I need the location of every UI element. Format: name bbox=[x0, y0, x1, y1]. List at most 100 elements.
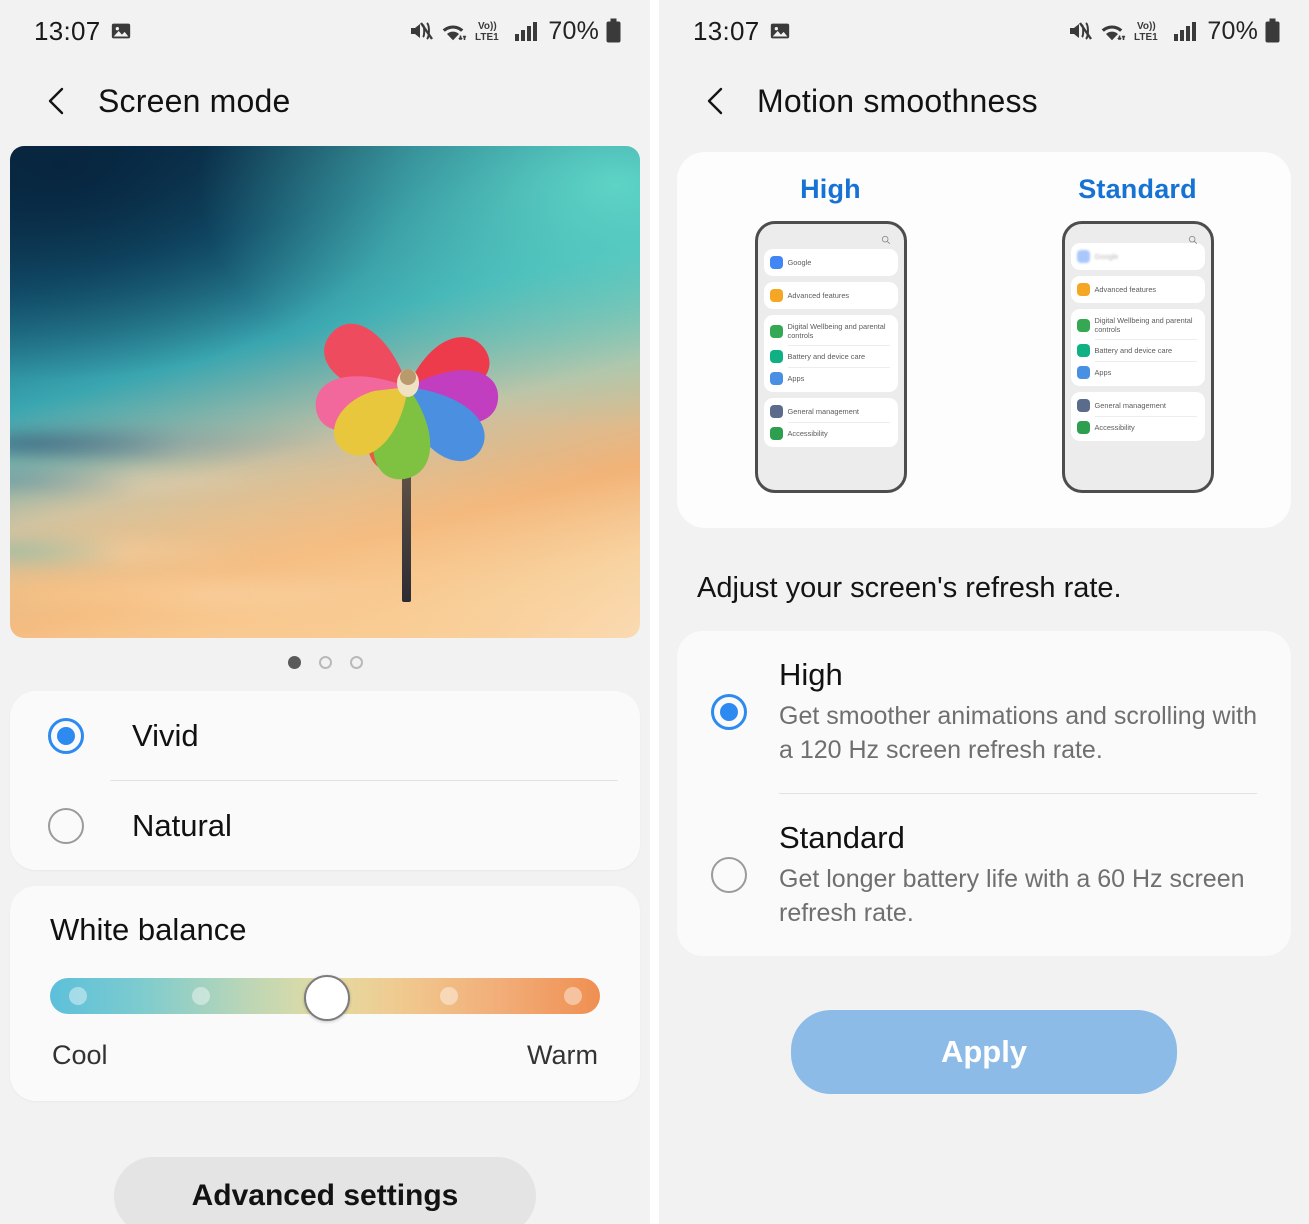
slider-thumb[interactable] bbox=[304, 975, 350, 1021]
motion-smoothness-page: 13:07 Vo)) LTE1 70% Motion smoothness Hi… bbox=[659, 0, 1309, 1224]
white-balance-slider[interactable] bbox=[50, 975, 600, 1021]
accessibility-icon bbox=[769, 426, 783, 440]
mock-group: Digital Wellbeing and parental controls … bbox=[763, 315, 898, 392]
radio-standard[interactable] bbox=[711, 857, 747, 893]
digital-wellbeing-icon bbox=[769, 324, 783, 338]
image-icon bbox=[110, 20, 132, 42]
screen-mode-option-vivid[interactable]: Vivid bbox=[10, 691, 640, 780]
status-left-group: 13:07 bbox=[34, 16, 132, 47]
image-icon bbox=[769, 20, 791, 42]
signal-bars-icon bbox=[1173, 19, 1201, 43]
mock-item: Accessibility bbox=[1071, 417, 1205, 438]
general-management-icon bbox=[1076, 398, 1090, 412]
image-pager-dots[interactable] bbox=[0, 656, 650, 669]
phone-mockup-high: Google Advanced features Digital Wellbei… bbox=[754, 221, 907, 493]
digital-wellbeing-icon bbox=[1076, 318, 1090, 332]
battery-icon bbox=[1264, 18, 1281, 44]
mock-item-label: General management bbox=[1094, 400, 1167, 410]
apply-button-wrap: Apply bbox=[659, 1010, 1309, 1094]
svg-text:LTE1: LTE1 bbox=[1134, 32, 1158, 43]
wifi-icon bbox=[1099, 19, 1127, 43]
white-balance-legend: Cool Warm bbox=[10, 1014, 640, 1071]
mute-vibrate-icon bbox=[1067, 19, 1093, 43]
mock-item: Apps bbox=[764, 368, 898, 389]
mock-group: Google bbox=[763, 249, 898, 276]
status-left-group: 13:07 bbox=[693, 16, 791, 47]
mock-item-label: Battery and device care bbox=[787, 351, 866, 361]
mock-item: Apps bbox=[1071, 362, 1205, 383]
refresh-rate-options-card: High Get smoother animations and scrolli… bbox=[677, 631, 1291, 956]
mock-group: Advanced features bbox=[763, 282, 898, 309]
mock-item-label: Apps bbox=[787, 373, 805, 383]
pager-dot-1[interactable] bbox=[287, 656, 301, 669]
mock-item-label: Accessibility bbox=[787, 428, 828, 438]
mock-item: General management bbox=[1071, 395, 1205, 416]
mock-item-label: Battery and device care bbox=[1094, 345, 1173, 355]
radio-vivid[interactable] bbox=[48, 717, 84, 754]
white-balance-card: White balance Cool Warm bbox=[10, 886, 640, 1101]
option-description: Get longer battery life with a 60 Hz scr… bbox=[779, 865, 1245, 927]
slider-cool-label: Cool bbox=[52, 1040, 108, 1070]
mock-group: General management Accessibility bbox=[1070, 391, 1205, 441]
screen-mode-option-label: Vivid bbox=[132, 717, 199, 753]
status-right-group: Vo)) LTE1 70% bbox=[1067, 17, 1281, 46]
mock-item-label: Digital Wellbeing and parental controls bbox=[1094, 316, 1193, 335]
status-clock: 13:07 bbox=[693, 15, 760, 46]
pager-dot-2[interactable] bbox=[318, 656, 332, 669]
dual-screenshot-container: 13:07 Vo)) LTE1 70% Screen mode Vivid Na… bbox=[0, 0, 1309, 1224]
title-bar-left: Screen mode bbox=[0, 62, 650, 140]
apply-button[interactable]: Apply bbox=[791, 1010, 1177, 1094]
option-text-group: Standard Get longer battery life with a … bbox=[779, 820, 1261, 930]
mock-group: General management Accessibility bbox=[763, 397, 898, 447]
general-management-icon bbox=[769, 404, 783, 418]
screen-mode-preview-image[interactable] bbox=[10, 146, 640, 638]
mock-item: Accessibility bbox=[764, 423, 898, 444]
preview-mock-standard: Standard Google Advanced features Digita… bbox=[1038, 174, 1238, 493]
slider-tick bbox=[68, 987, 87, 1005]
battery-percent: 70% bbox=[548, 16, 599, 45]
refresh-rate-option-standard[interactable]: Standard Get longer battery life with a … bbox=[677, 794, 1291, 956]
advanced-settings-button[interactable]: Advanced settings bbox=[113, 1157, 537, 1224]
cloud-band bbox=[10, 539, 262, 564]
pinwheel-graphic bbox=[278, 272, 538, 602]
mock-item: Battery and device care bbox=[764, 346, 898, 367]
mock-item-label: Google bbox=[787, 257, 812, 267]
radio-high[interactable] bbox=[711, 694, 747, 730]
mock-item-label: Google bbox=[1094, 251, 1119, 261]
mock-item-label: General management bbox=[787, 406, 860, 416]
advanced-settings-wrap: Advanced settings bbox=[0, 1157, 650, 1224]
back-button-right[interactable] bbox=[699, 84, 733, 118]
back-button-left[interactable] bbox=[40, 84, 74, 118]
volte-lte1-icon: Vo)) LTE1 bbox=[1133, 18, 1167, 44]
preview-mock-high: High Google Advanced features Digital We… bbox=[731, 174, 931, 493]
search-icon bbox=[764, 230, 898, 249]
wifi-icon bbox=[440, 19, 468, 43]
screen-mode-option-natural[interactable]: Natural bbox=[10, 781, 640, 870]
status-bar-right: 13:07 Vo)) LTE1 70% bbox=[659, 0, 1309, 62]
mock-group: Advanced features bbox=[1070, 276, 1205, 303]
mute-vibrate-icon bbox=[408, 19, 434, 43]
page-title-right: Motion smoothness bbox=[757, 82, 1038, 119]
battery-device-care-icon bbox=[769, 349, 783, 363]
white-balance-title: White balance bbox=[50, 912, 247, 947]
status-bar-left: 13:07 Vo)) LTE1 70% bbox=[0, 0, 650, 62]
slider-tick bbox=[439, 987, 458, 1005]
slider-tick bbox=[563, 987, 582, 1005]
refresh-rate-option-high[interactable]: High Get smoother animations and scrolli… bbox=[677, 631, 1291, 793]
apps-icon bbox=[1076, 365, 1090, 379]
refresh-rate-helper-text: Adjust your screen's refresh rate. bbox=[697, 572, 1122, 604]
motion-smoothness-preview-card: High Google Advanced features Digital We… bbox=[677, 152, 1291, 528]
slider-warm-label: Warm bbox=[527, 1040, 598, 1070]
screen-mode-options-card: Vivid Natural bbox=[10, 691, 640, 870]
pager-dot-3[interactable] bbox=[349, 656, 363, 669]
mock-item-label: Advanced features bbox=[1094, 284, 1157, 294]
screen-mode-page: 13:07 Vo)) LTE1 70% Screen mode Vivid Na… bbox=[0, 0, 650, 1224]
page-title-left: Screen mode bbox=[98, 82, 291, 119]
radio-natural[interactable] bbox=[48, 807, 84, 844]
status-right-group: Vo)) LTE1 70% bbox=[408, 17, 622, 46]
preview-mock-label: High bbox=[800, 174, 861, 204]
option-title: Standard bbox=[779, 820, 905, 855]
advanced-features-icon bbox=[1076, 283, 1090, 296]
mock-item-label: Accessibility bbox=[1094, 422, 1135, 432]
battery-icon bbox=[605, 18, 622, 44]
